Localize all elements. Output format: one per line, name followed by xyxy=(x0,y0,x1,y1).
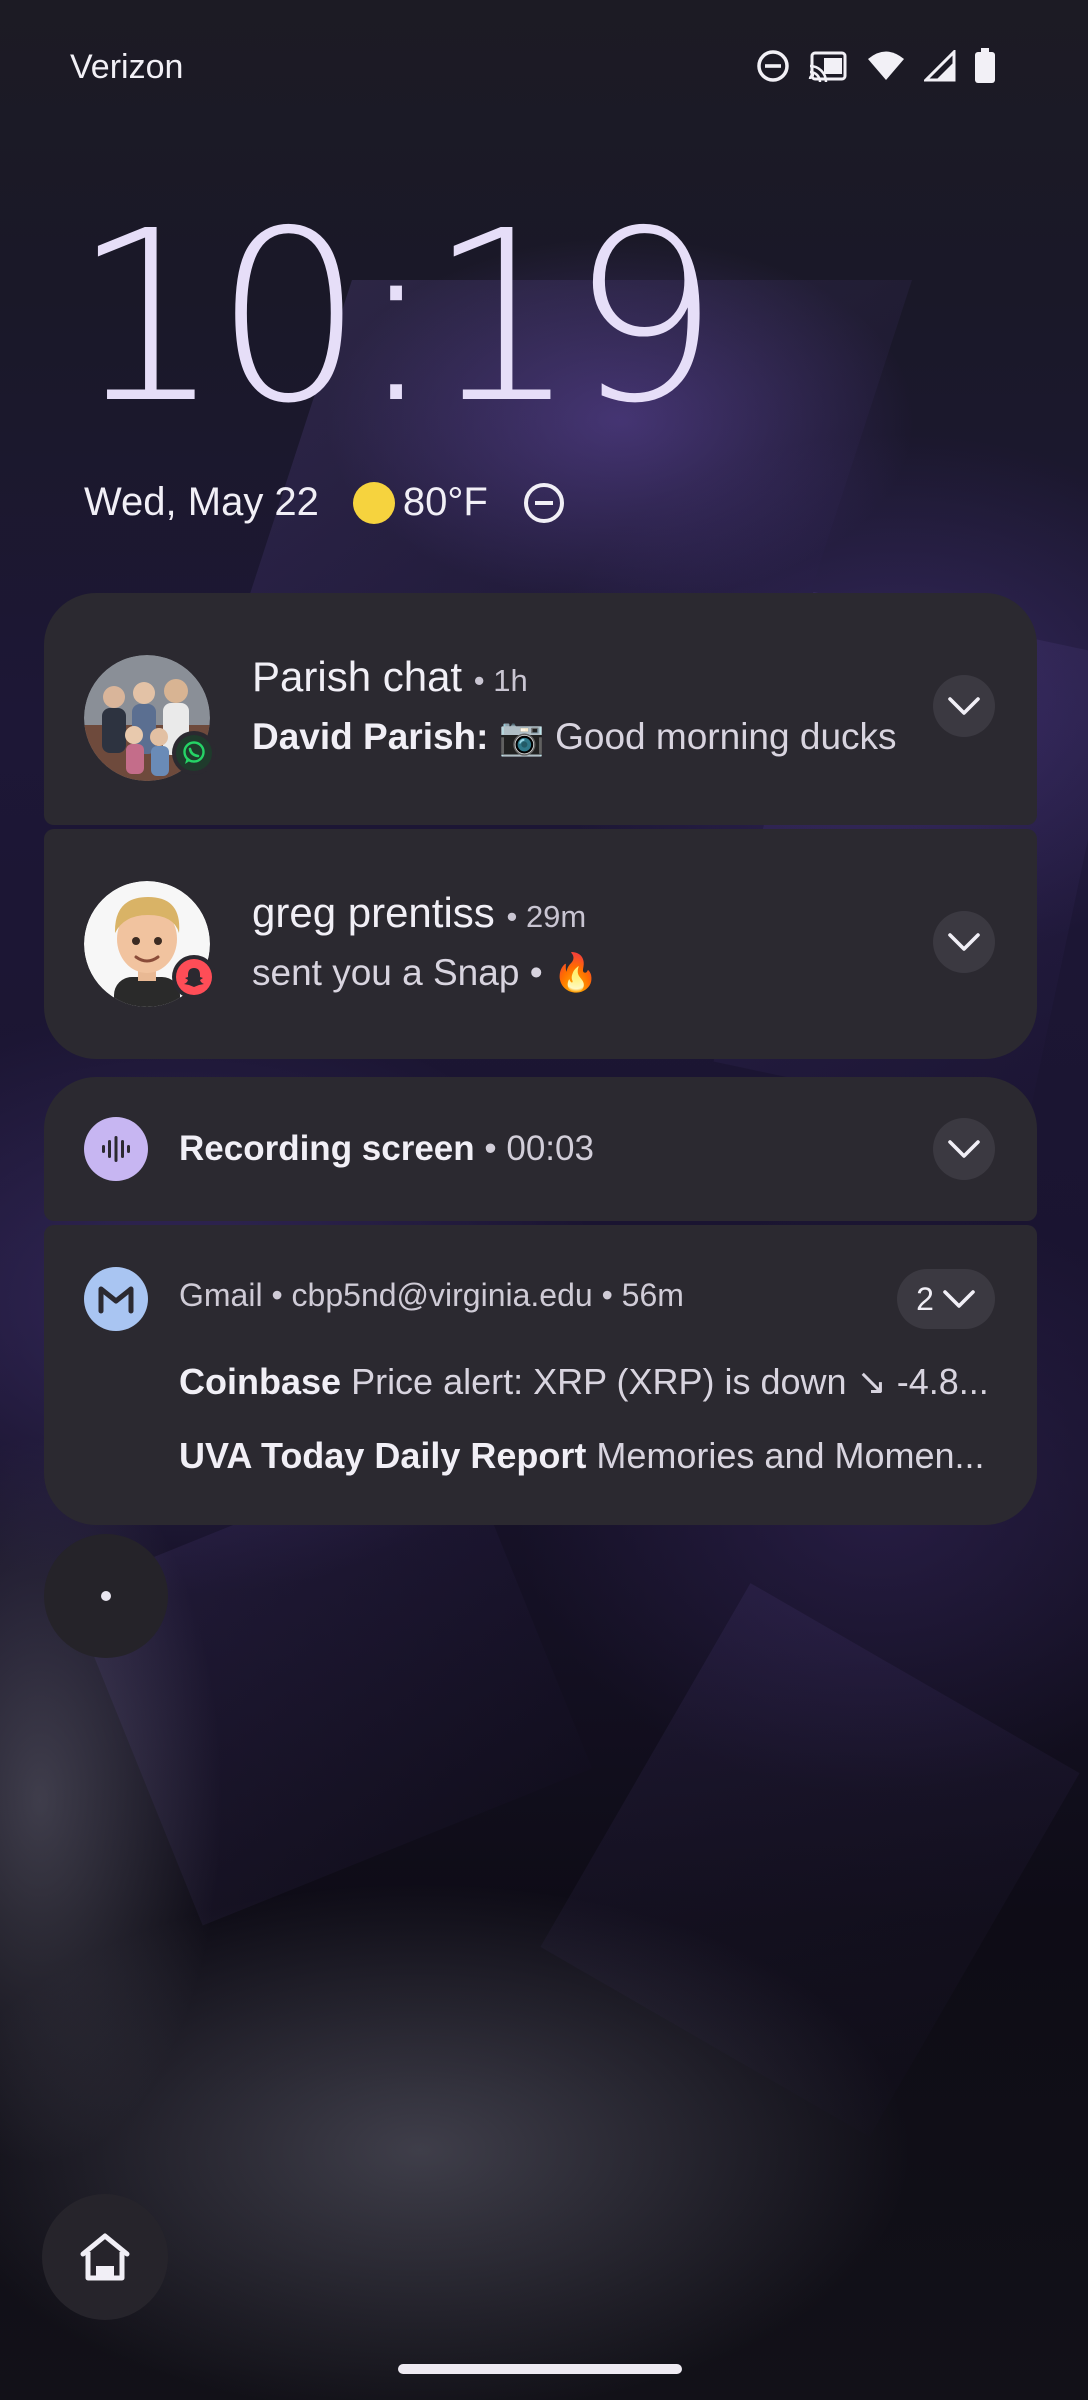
notification-message: sent you a Snap • 🔥 xyxy=(252,952,600,993)
screen-recorder-icon xyxy=(84,1117,148,1181)
lockscreen-date: Wed, May 22 xyxy=(84,480,319,524)
whatsapp-icon xyxy=(176,735,212,771)
gesture-navigation-handle[interactable] xyxy=(398,2364,682,2374)
notification-time: 29m xyxy=(525,899,587,934)
date-weather-row: Wed, May 22 80°F xyxy=(84,480,564,525)
notification-time: 1h xyxy=(493,663,528,698)
sun-icon xyxy=(352,481,395,524)
home-controls-button[interactable] xyxy=(42,2194,168,2320)
expand-button[interactable] xyxy=(933,911,995,973)
lockscreen-clock: 10:19 xyxy=(72,180,720,455)
message-sender: David Parish: xyxy=(252,716,489,757)
expand-button[interactable] xyxy=(933,1118,995,1180)
lock-screen: Verizon 10:19 Wed, May 22 80°F Parish ch… xyxy=(0,0,1088,2400)
chevron-down-icon xyxy=(948,933,980,951)
notification-snapchat[interactable]: greg prentiss • 29m sent you a Snap • 🔥 xyxy=(44,829,1037,1059)
status-icons xyxy=(756,48,996,84)
do-not-disturb-icon xyxy=(523,482,564,523)
snapchat-badge xyxy=(172,955,216,999)
notification-title-row: Recording screen • 00:03 xyxy=(179,1129,594,1168)
do-not-disturb-icon xyxy=(757,50,789,82)
more-notifications-button[interactable] xyxy=(44,1534,168,1658)
expand-count-button[interactable]: 2 xyxy=(897,1269,995,1329)
notification-title: Parish chat xyxy=(252,653,463,700)
notification-header: Gmail • cbp5nd@virginia.edu • 56m xyxy=(179,1277,684,1313)
account-email: cbp5nd@virginia.edu xyxy=(291,1277,593,1313)
email-subject: Memories and Momen... xyxy=(596,1435,985,1476)
email-sender: Coinbase xyxy=(179,1361,342,1402)
notification-title: greg prentiss xyxy=(252,889,495,936)
email-preview[interactable]: Coinbase Price alert: XRP (XRP) is down … xyxy=(179,1361,999,1403)
email-subject: Price alert: XRP (XRP) is down ↘ -4.8... xyxy=(351,1361,989,1402)
carrier-name: Verizon xyxy=(70,48,184,86)
snapchat-icon xyxy=(176,959,212,995)
message-text: 📷 Good morning ducks xyxy=(498,716,897,757)
wifi-icon xyxy=(868,51,904,80)
notification-screen-recording[interactable]: Recording screen • 00:03 xyxy=(44,1077,1037,1221)
battery-icon xyxy=(975,48,995,83)
email-sender: UVA Today Daily Report xyxy=(179,1435,587,1476)
chevron-down-icon xyxy=(943,1290,975,1308)
status-bar: Verizon xyxy=(0,0,1088,130)
notification-time: 56m xyxy=(621,1277,684,1313)
chevron-down-icon xyxy=(948,697,980,715)
notification-title: Recording screen xyxy=(179,1129,475,1168)
cast-icon xyxy=(808,51,847,82)
notification-time: 00:03 xyxy=(506,1129,594,1168)
notification-title-row: Parish chat • 1h xyxy=(252,653,528,700)
gmail-icon xyxy=(84,1267,148,1331)
notification-parish-chat[interactable]: Parish chat • 1h David Parish: 📷 Good mo… xyxy=(44,593,1037,825)
notification-title-row: greg prentiss • 29m xyxy=(252,889,587,936)
notification-count: 2 xyxy=(916,1280,934,1317)
wallpaper-crystal xyxy=(540,1583,1080,2137)
notification-message: David Parish: 📷 Good morning ducks xyxy=(252,716,897,759)
more-notifications-dot-icon xyxy=(101,1591,111,1601)
notification-gmail[interactable]: Gmail • cbp5nd@virginia.edu • 56m 2 Coin… xyxy=(44,1225,1037,1525)
expand-button[interactable] xyxy=(933,675,995,737)
temperature: 80°F xyxy=(402,480,488,524)
whatsapp-badge xyxy=(172,731,216,775)
signal-icon xyxy=(924,50,956,82)
app-name: Gmail xyxy=(179,1277,263,1313)
email-preview[interactable]: UVA Today Daily Report Memories and Mome… xyxy=(179,1435,999,1477)
chevron-down-icon xyxy=(948,1140,980,1158)
home-icon xyxy=(80,2233,130,2281)
